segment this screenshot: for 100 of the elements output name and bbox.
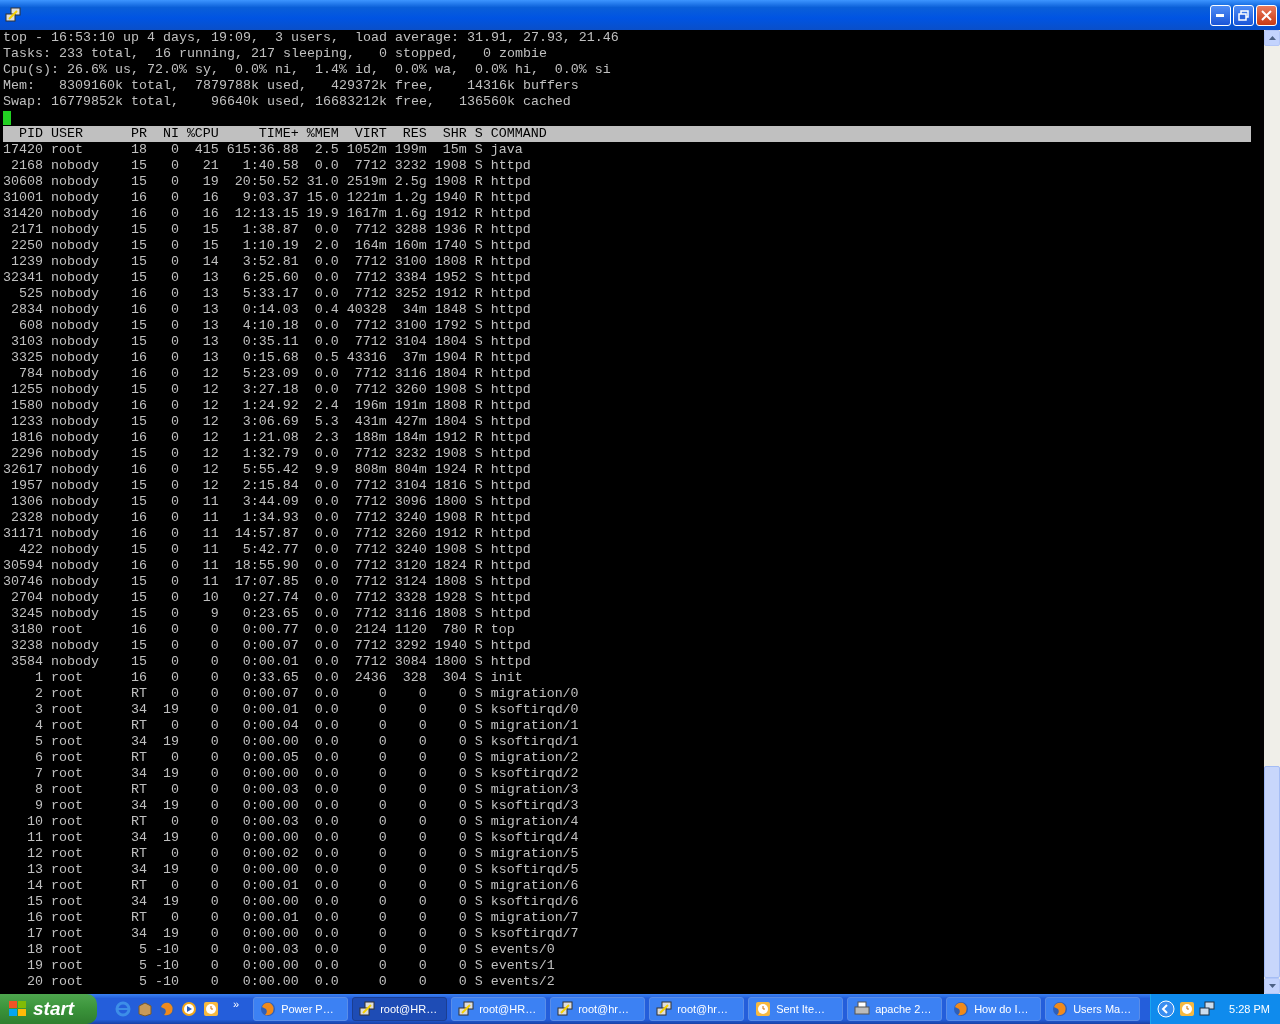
table-cell: 40328 <box>346 302 387 318</box>
table-cell-text: 11 <box>201 574 219 590</box>
table-cell: 1052m <box>346 142 387 158</box>
table-cell: 615:36.88 <box>226 142 299 158</box>
table-cell: R <box>474 366 483 382</box>
table-cell-text: 1:21.08 <box>241 430 299 446</box>
table-cell-text: 0.0 <box>313 606 339 622</box>
table-cell-text: 16 <box>129 190 147 206</box>
table-cell-text: 21 <box>201 158 219 174</box>
taskbar-button[interactable]: Power P… <box>253 997 349 1021</box>
table-cell-text: 2296 <box>10 446 43 462</box>
table-cell-text: 34 <box>129 766 147 782</box>
taskbar-button[interactable]: root@hr… <box>550 997 646 1021</box>
table-cell-text: 0 <box>457 878 467 894</box>
taskbar-button[interactable]: root@hr… <box>649 997 745 1021</box>
table-cell-text: 15 <box>201 222 219 238</box>
table-cell-text: 5:23.09 <box>241 366 299 382</box>
table-cell-text: root <box>50 878 84 894</box>
taskbar-button[interactable]: root@HR… <box>451 997 547 1021</box>
globe-fox-icon <box>159 1001 175 1017</box>
table-cell-text: 0.0 <box>313 638 339 654</box>
table-cell-text: 2.0 <box>313 238 339 254</box>
taskbar-button[interactable]: Users Ma… <box>1045 997 1141 1021</box>
scroll-down-button[interactable] <box>1264 978 1280 994</box>
table-cell-text: migration/0 <box>490 686 580 702</box>
table-cell-text: 0.0 <box>313 382 339 398</box>
table-cell: S <box>474 894 483 910</box>
table-cell: 30608 <box>3 174 43 190</box>
table-cell-text: migration/2 <box>490 750 580 766</box>
table-cell-text: 3:44.09 <box>241 494 299 510</box>
table-cell-text: 1:10.19 <box>241 238 299 254</box>
table-cell-text: 13 <box>201 334 219 350</box>
table-cell-text: httpd <box>490 574 532 590</box>
close-icon <box>1261 9 1272 21</box>
table-cell-text: 15 <box>129 654 147 670</box>
table-cell: 1940 <box>434 638 467 654</box>
table-cell-text: 9:03.37 <box>241 190 299 206</box>
table-cell-text: 8 <box>34 782 43 798</box>
quick-launch-button[interactable] <box>159 1001 175 1017</box>
table-cell-text: 2.5 <box>313 142 339 158</box>
table-cell-text: 808m <box>353 462 387 478</box>
more-chevron[interactable]: » <box>233 998 240 1010</box>
table-cell-text: 0 <box>169 622 179 638</box>
table-cell: 3288 <box>394 222 427 238</box>
taskbar-button[interactable]: Sent Ite… <box>748 997 844 1021</box>
quick-launch-button[interactable] <box>203 1001 219 1017</box>
table-cell: 1.6g <box>394 206 427 222</box>
table-cell-text: 0 <box>457 942 467 958</box>
table-cell-text: 0 <box>457 782 467 798</box>
quick-launch-button[interactable] <box>137 1001 153 1017</box>
table-cell-text: migration/7 <box>490 910 580 926</box>
table-cell-text: 0 <box>417 958 427 974</box>
taskbar-button[interactable]: root@HR… <box>352 997 448 1021</box>
up-arrow-icon <box>1268 36 1276 40</box>
table-cell-text: 14 <box>26 878 43 894</box>
restore-button[interactable] <box>1233 4 1254 26</box>
table-cell-text: 5:55.42 <box>241 462 299 478</box>
scroll-up-button[interactable] <box>1264 30 1280 46</box>
table-cell-text: ksoftirqd/7 <box>490 926 580 942</box>
table-cell-text: 1 <box>34 670 43 686</box>
table-cell-text: 16 <box>129 558 147 574</box>
table-cell-text: 780 <box>441 622 467 638</box>
start-button[interactable]: start <box>0 994 97 1024</box>
close-button[interactable] <box>1256 4 1277 26</box>
table-cell-text: 15 <box>129 574 147 590</box>
chevron-left-icon[interactable] <box>1157 1000 1176 1018</box>
network-computers-icon[interactable] <box>1199 1001 1216 1017</box>
table-cell-text: 0.0 <box>313 574 339 590</box>
table-cell: 1912 <box>434 526 467 542</box>
taskbar-button[interactable]: apache 2… <box>847 997 943 1021</box>
table-cell-text: 0 <box>209 782 219 798</box>
table-cell-text: httpd <box>490 302 532 318</box>
table-cell-text: 0 <box>377 750 387 766</box>
table-cell-text: 0:00.07 <box>241 638 299 654</box>
summary-line: Cpu(s): 26.6% us, 72.0% sy, 0.0% ni, 1.4% id, 0.0% wa, 0.0% hi, 0.0% si <box>3 62 612 78</box>
table-cell-text: httpd <box>490 334 532 350</box>
table-cell: S <box>474 974 483 990</box>
table-cell-text: httpd <box>490 558 532 574</box>
table-cell-text: 0:23.65 <box>241 606 299 622</box>
table-cell-text: 19 <box>201 174 219 190</box>
table-cell: 3260 <box>394 526 427 542</box>
table-cell: 3292 <box>394 638 427 654</box>
scrollbar-thumb[interactable] <box>1264 766 1280 978</box>
globe-fox-icon <box>953 1001 970 1017</box>
table-cell-text: 0:35.11 <box>241 334 299 350</box>
table-cell-text: RT <box>129 686 147 702</box>
taskbar-button[interactable]: How do I… <box>946 997 1042 1021</box>
table-cell: S <box>474 942 483 958</box>
table-cell-text: 0 <box>377 974 387 990</box>
minimize-button[interactable] <box>1210 4 1231 26</box>
quick-launch-button[interactable] <box>181 1001 197 1017</box>
table-cell: R <box>474 462 483 478</box>
scrollbar[interactable] <box>1264 30 1280 994</box>
table-cell-text: 0 <box>169 286 179 302</box>
table-cell-text: 15 <box>129 158 147 174</box>
play-icon <box>181 1001 197 1017</box>
table-cell-text: 0.0 <box>313 862 339 878</box>
table-cell: 3096 <box>394 494 427 510</box>
table-cell-text: httpd <box>490 270 532 286</box>
letter-e-globe-icon <box>115 1001 131 1017</box>
